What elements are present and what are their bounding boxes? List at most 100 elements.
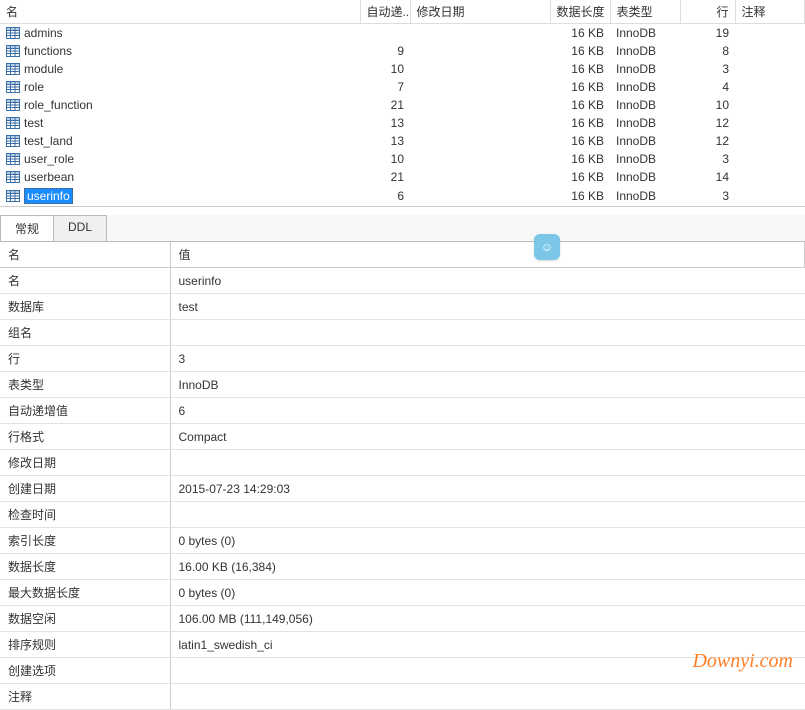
cell-data_length: 16 KB (550, 96, 610, 114)
detail-key: 创建日期 (0, 476, 170, 502)
detail-row[interactable]: 索引长度0 bytes (0) (0, 528, 805, 554)
cell-data_length: 16 KB (550, 78, 610, 96)
tab-ddl[interactable]: DDL (53, 215, 107, 241)
cell-data_length: 16 KB (550, 186, 610, 206)
detail-row[interactable]: 排序规则latin1_swedish_ci (0, 632, 805, 658)
tables-grid-header[interactable]: 名 自动递... 修改日期 数据长度 表类型 行 注释 (0, 0, 805, 24)
cell-comment (735, 150, 805, 168)
col-rows[interactable]: 行 (680, 0, 735, 24)
col-auto-inc[interactable]: 自动递... (360, 0, 410, 24)
assistant-badge-icon[interactable]: ☺ (534, 234, 560, 260)
detail-value: InnoDB (170, 372, 805, 398)
detail-row[interactable]: 数据库test (0, 294, 805, 320)
table-row[interactable]: functions916 KBInnoDB8 (0, 42, 805, 60)
detail-row[interactable]: 注释 (0, 684, 805, 710)
detail-key: 数据空闲 (0, 606, 170, 632)
detail-row[interactable]: 行格式Compact (0, 424, 805, 450)
detail-value: userinfo (170, 268, 805, 294)
table-row[interactable]: user_role1016 KBInnoDB3 (0, 150, 805, 168)
detail-row[interactable]: 表类型InnoDB (0, 372, 805, 398)
tables-grid-panel: 名 自动递... 修改日期 数据长度 表类型 行 注释 admins16 KBI… (0, 0, 805, 207)
detail-value: Compact (170, 424, 805, 450)
col-comment[interactable]: 注释 (735, 0, 805, 24)
cell-auto_inc: 13 (360, 114, 410, 132)
table-name: userinfo (24, 188, 73, 204)
cell-modify_date (410, 60, 550, 78)
detail-grid: 名 值 名userinfo数据库test组名行3表类型InnoDB自动递增值6行… (0, 242, 805, 710)
cell-modify_date (410, 42, 550, 60)
detail-row[interactable]: 数据空闲106.00 MB (111,149,056) (0, 606, 805, 632)
table-name: role_function (24, 98, 93, 112)
table-row[interactable]: role716 KBInnoDB4 (0, 78, 805, 96)
cell-modify_date (410, 114, 550, 132)
col-data-length[interactable]: 数据长度 (550, 0, 610, 24)
detail-row[interactable]: 数据长度16.00 KB (16,384) (0, 554, 805, 580)
detail-value: test (170, 294, 805, 320)
detail-value (170, 450, 805, 476)
detail-row[interactable]: 自动递增值6 (0, 398, 805, 424)
detail-row[interactable]: 名userinfo (0, 268, 805, 294)
detail-row[interactable]: 组名 (0, 320, 805, 346)
table-row[interactable]: test_land1316 KBInnoDB12 (0, 132, 805, 150)
cell-modify_date (410, 78, 550, 96)
detail-value: 3 (170, 346, 805, 372)
cell-rows: 3 (680, 60, 735, 78)
cell-rows: 19 (680, 24, 735, 43)
detail-row[interactable]: 检查时间 (0, 502, 805, 528)
table-row[interactable]: userbean2116 KBInnoDB14 (0, 168, 805, 186)
badge-glyph: ☺ (541, 240, 553, 254)
table-icon (6, 27, 20, 39)
cell-modify_date (410, 186, 550, 206)
cell-table_type: InnoDB (610, 78, 680, 96)
table-name: admins (24, 26, 63, 40)
cell-data_length: 16 KB (550, 132, 610, 150)
col-modify-date[interactable]: 修改日期 (410, 0, 550, 24)
table-name: userbean (24, 170, 74, 184)
detail-row[interactable]: 创建选项 (0, 658, 805, 684)
cell-auto_inc (360, 24, 410, 43)
table-icon (6, 63, 20, 75)
cell-table_type: InnoDB (610, 96, 680, 114)
table-icon (6, 190, 20, 202)
cell-data_length: 16 KB (550, 150, 610, 168)
detail-panel: 名 值 名userinfo数据库test组名行3表类型InnoDB自动递增值6行… (0, 242, 805, 710)
detail-key: 注释 (0, 684, 170, 710)
cell-rows: 14 (680, 168, 735, 186)
cell-rows: 3 (680, 186, 735, 206)
detail-key: 自动递增值 (0, 398, 170, 424)
detail-key: 检查时间 (0, 502, 170, 528)
table-row[interactable]: role_function2116 KBInnoDB10 (0, 96, 805, 114)
detail-value: 0 bytes (0) (170, 580, 805, 606)
detail-value: 0 bytes (0) (170, 528, 805, 554)
table-row[interactable]: userinfo616 KBInnoDB3 (0, 186, 805, 206)
tab-general[interactable]: 常规 (0, 215, 54, 241)
cell-auto_inc: 13 (360, 132, 410, 150)
table-row[interactable]: admins16 KBInnoDB19 (0, 24, 805, 43)
detail-tabs: 常规 DDL (0, 215, 805, 242)
detail-row[interactable]: 最大数据长度0 bytes (0) (0, 580, 805, 606)
cell-data_length: 16 KB (550, 60, 610, 78)
detail-key: 索引长度 (0, 528, 170, 554)
table-row[interactable]: test1316 KBInnoDB12 (0, 114, 805, 132)
detail-header-name[interactable]: 名 (0, 242, 170, 268)
detail-row[interactable]: 修改日期 (0, 450, 805, 476)
table-name: module (24, 62, 63, 76)
cell-comment (735, 42, 805, 60)
detail-row[interactable]: 行3 (0, 346, 805, 372)
table-row[interactable]: module1016 KBInnoDB3 (0, 60, 805, 78)
detail-key: 行 (0, 346, 170, 372)
cell-table_type: InnoDB (610, 168, 680, 186)
col-table-type[interactable]: 表类型 (610, 0, 680, 24)
cell-rows: 4 (680, 78, 735, 96)
col-name[interactable]: 名 (0, 0, 360, 24)
detail-header-value[interactable]: 值 (170, 242, 805, 268)
table-name: test_land (24, 134, 73, 148)
table-icon (6, 135, 20, 147)
detail-key: 行格式 (0, 424, 170, 450)
cell-comment (735, 168, 805, 186)
table-icon (6, 99, 20, 111)
detail-key: 排序规则 (0, 632, 170, 658)
detail-row[interactable]: 创建日期2015-07-23 14:29:03 (0, 476, 805, 502)
tables-grid[interactable]: 名 自动递... 修改日期 数据长度 表类型 行 注释 admins16 KBI… (0, 0, 805, 206)
cell-data_length: 16 KB (550, 168, 610, 186)
